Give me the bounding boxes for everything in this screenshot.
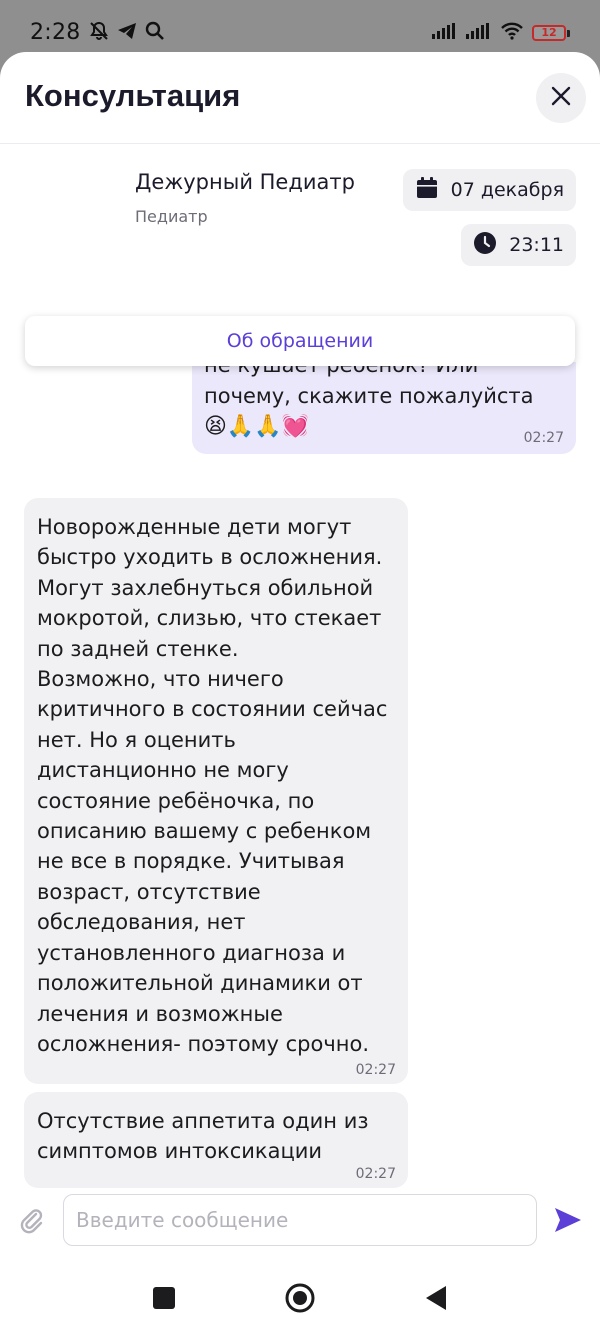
message-text: Отсутствие аппетита один из симптомов ин… xyxy=(37,1109,369,1164)
battery-icon: 12 xyxy=(532,25,570,41)
calendar-icon xyxy=(415,176,439,205)
battery-level: 12 xyxy=(532,25,566,41)
search-icon xyxy=(145,21,165,45)
time-chip: 23:11 xyxy=(461,224,576,266)
telegram-icon xyxy=(117,22,137,44)
composer xyxy=(0,1190,600,1254)
date-chip: 07 декабря xyxy=(402,169,576,211)
status-right: 12 xyxy=(432,22,570,44)
page-title: Консультация xyxy=(25,78,241,113)
recent-apps-button[interactable] xyxy=(152,1286,176,1314)
message-time: 02:27 xyxy=(355,1062,396,1078)
message-text: Новорожденные дети могут быстро уходить … xyxy=(37,515,388,1056)
message-time: 02:27 xyxy=(523,430,564,446)
consultation-time: 23:11 xyxy=(509,234,564,256)
message-emoji: 😫🙏🙏💓 xyxy=(204,414,310,439)
message-incoming: Отсутствие аппетита один из симптомов ин… xyxy=(24,1092,408,1188)
chat-thread[interactable]: не кушает ребенок? Или почему, скажите п… xyxy=(0,322,600,1192)
message-text: не кушает ребенок? Или почему, скажите п… xyxy=(204,362,534,408)
doctor-role: Педиатр xyxy=(135,207,208,226)
attach-icon[interactable] xyxy=(18,1207,46,1239)
consultation-sheet: Консультация Дежурный Педиатр Педиатр 07… xyxy=(0,52,600,1332)
clock-icon xyxy=(473,231,497,260)
status-left: 2:28 xyxy=(30,20,165,45)
status-time: 2:28 xyxy=(30,20,81,45)
system-nav-bar xyxy=(0,1264,600,1332)
doctor-name: Дежурный Педиатр xyxy=(135,170,355,194)
about-request-button[interactable]: Об обращении xyxy=(25,316,575,366)
sheet-header: Консультация xyxy=(0,52,600,144)
home-button[interactable] xyxy=(284,1282,316,1318)
send-icon[interactable] xyxy=(553,1206,583,1238)
consultation-date: 07 декабря xyxy=(450,179,564,201)
wifi-icon xyxy=(500,22,524,44)
message-outgoing: не кушает ребенок? Или почему, скажите п… xyxy=(192,362,576,454)
message-incoming: Новорожденные дети могут быстро уходить … xyxy=(24,498,408,1084)
signal-icon xyxy=(432,23,458,43)
message-time: 02:27 xyxy=(355,1166,396,1182)
dnd-off-icon xyxy=(89,21,109,45)
status-bar: 2:28 12 xyxy=(0,0,600,58)
close-icon xyxy=(551,86,571,110)
close-button[interactable] xyxy=(536,73,586,123)
signal-icon xyxy=(466,23,492,43)
message-input[interactable] xyxy=(63,1194,537,1246)
back-button[interactable] xyxy=(424,1284,448,1316)
